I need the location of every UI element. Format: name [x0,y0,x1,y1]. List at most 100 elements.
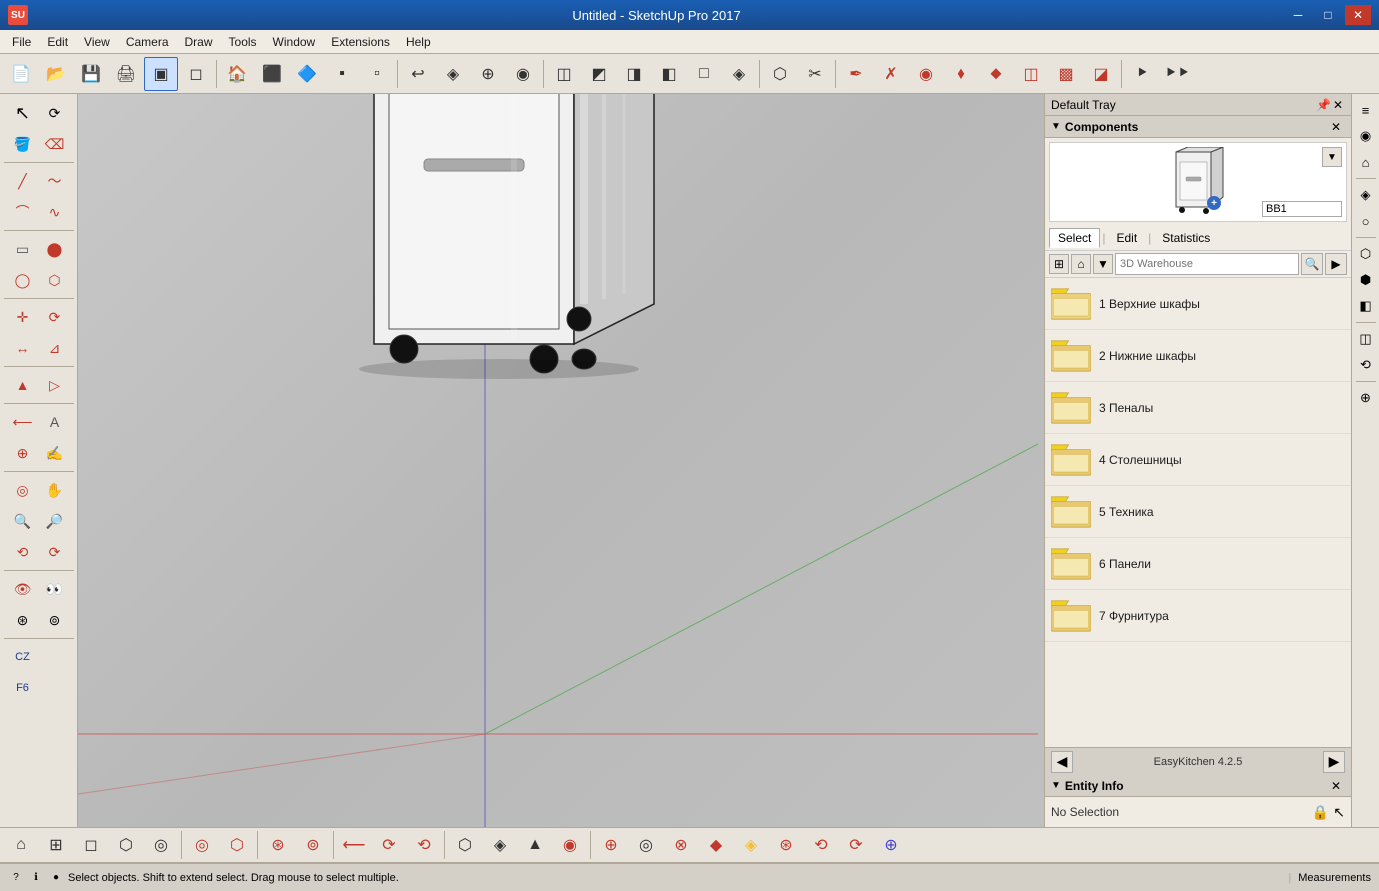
house-btn[interactable]: 🏠 [220,57,254,91]
tray-close-icon[interactable]: ✕ [1333,98,1343,112]
status-info-icon[interactable]: ℹ [28,870,44,886]
orbit-tool[interactable]: ◎ [8,475,38,505]
bt-extra5[interactable]: ◈ [734,828,768,862]
list-item[interactable]: 5 Техника [1045,486,1351,538]
paint-tool[interactable]: 🪣 [8,129,38,159]
rt-tool5[interactable]: ○ [1354,209,1378,233]
style5-btn[interactable]: ⬥ [979,57,1013,91]
entity-lock-icon[interactable]: 🔒 [1312,804,1329,821]
select2-tool[interactable]: ⟳ [40,98,70,128]
component-list[interactable]: 1 Верхние шкафы 2 Нижние шкафы [1045,278,1351,747]
bt-home[interactable]: ⌂ [4,828,38,862]
print-button[interactable]: 🖨 [109,57,143,91]
menu-help[interactable]: Help [398,33,439,51]
view-front[interactable]: ◫ [547,57,581,91]
walk-tool[interactable]: 👁 [8,574,38,604]
bt-nav3[interactable]: ⟲ [407,828,441,862]
save-button[interactable]: 💾 [74,57,108,91]
tab-edit[interactable]: Edit [1107,228,1146,248]
bt-nav1[interactable]: ⟵ [337,828,371,862]
components-close-icon[interactable]: ✕ [1327,120,1345,134]
menu-camera[interactable]: Camera [118,33,177,51]
nav-forward-arrow[interactable]: ▶ [1325,253,1347,275]
bt-materials[interactable]: ⬡ [109,828,143,862]
rt-tool8[interactable]: ◧ [1354,294,1378,318]
minimize-button[interactable]: ─ [1285,5,1311,25]
extra2-tool[interactable] [40,642,70,672]
open-button[interactable]: 📂 [39,57,73,91]
rt-tool10[interactable]: ⟲ [1354,353,1378,377]
new-button[interactable]: 📄 [4,57,38,91]
dim-tool[interactable]: A [40,407,70,437]
window-btn[interactable]: ▪ [325,57,359,91]
lookaround-tool[interactable]: 👀 [40,574,70,604]
nav-next-button[interactable]: ▶ [1323,751,1345,773]
prevview-tool[interactable]: ⟲ [8,537,38,567]
status-help-icon[interactable]: ? [8,870,24,886]
anim-btn[interactable]: ⯈ [1125,57,1159,91]
protractor-tool[interactable]: ⊕ [8,438,38,468]
bt-extra4[interactable]: ◆ [699,828,733,862]
style8-btn[interactable]: ◪ [1084,57,1118,91]
menu-view[interactable]: View [76,33,118,51]
arc2-tool[interactable]: ∿ [40,197,70,227]
entity-cursor-icon[interactable]: ↖ [1333,804,1345,821]
layer-tool[interactable]: ⊛ [8,605,38,635]
zoom-tool[interactable]: 🔍 [8,506,38,536]
bt-anim4[interactable]: ◉ [553,828,587,862]
3d-viewport[interactable] [78,94,1044,827]
maximize-button[interactable]: □ [1315,5,1341,25]
list-item[interactable]: 3 Пеналы [1045,382,1351,434]
push-tool[interactable]: ▲ [8,370,38,400]
followme-tool[interactable]: ⊿ [40,333,70,363]
bt-extra9[interactable]: ⊕ [874,828,908,862]
pan-tool[interactable]: ✋ [40,475,70,505]
rt-tool6[interactable]: ⬡ [1354,242,1378,266]
eraser-tool[interactable]: ⌫ [40,129,70,159]
list-item[interactable]: 6 Панели [1045,538,1351,590]
bt-walkthrough[interactable]: ⬡ [220,828,254,862]
circle-tool[interactable]: ⬤ [40,234,70,264]
view-iso[interactable]: ◈ [722,57,756,91]
style4-btn[interactable]: ⬧ [944,57,978,91]
list-item[interactable]: 2 Нижние шкафы [1045,330,1351,382]
cam-btn[interactable]: ◉ [506,57,540,91]
style7-btn[interactable]: ▩ [1049,57,1083,91]
bt-layers[interactable]: ⊞ [39,828,73,862]
bt-anim1[interactable]: ⬡ [448,828,482,862]
nav-home[interactable]: ⌂ [1071,254,1091,274]
roof-btn[interactable]: 🔷 [290,57,324,91]
nav-grid-view[interactable]: ⊞ [1049,254,1069,274]
bt-nav2[interactable]: ⟳ [372,828,406,862]
anim2-btn[interactable]: ⯈⯈ [1160,57,1194,91]
close-button[interactable]: ✕ [1345,5,1371,25]
section2-btn[interactable]: ✂ [798,57,832,91]
nav-btn[interactable]: ⊕ [471,57,505,91]
text-tool[interactable]: ✍ [40,438,70,468]
section-btn[interactable]: ⬡ [763,57,797,91]
arc-tool[interactable]: ⌒ [8,197,38,227]
list-item[interactable]: 4 Столешницы [1045,434,1351,486]
menu-file[interactable]: File [4,33,39,51]
bt-extra2[interactable]: ◎ [629,828,663,862]
extra3-tool[interactable]: F6 [8,673,38,703]
tab-statistics[interactable]: Statistics [1153,228,1219,248]
entity-close-icon[interactable]: ✕ [1327,779,1345,793]
component-name-input[interactable] [1262,201,1342,217]
tape-tool[interactable]: ⟵ [8,407,38,437]
menu-edit[interactable]: Edit [39,33,76,51]
nav-back-button[interactable]: ◀ [1051,751,1073,773]
bt-extra3[interactable]: ⊗ [664,828,698,862]
poly-tool[interactable]: ⬡ [40,265,70,295]
style2-btn[interactable]: ◻ [179,57,213,91]
extra4-tool[interactable] [40,673,70,703]
rt-tool1[interactable]: ≡ [1354,98,1378,122]
select-tool[interactable]: ↖ [8,98,38,128]
tab-select[interactable]: Select [1049,228,1100,248]
move-tool[interactable]: ✛ [8,302,38,332]
search-icon-button[interactable]: 🔍 [1301,253,1323,275]
rotate-tool[interactable]: ⟳ [40,302,70,332]
offset-tool[interactable]: ▷ [40,370,70,400]
rt-tool4[interactable]: ◈ [1354,183,1378,207]
rt-tool2[interactable]: ◉ [1354,124,1378,148]
